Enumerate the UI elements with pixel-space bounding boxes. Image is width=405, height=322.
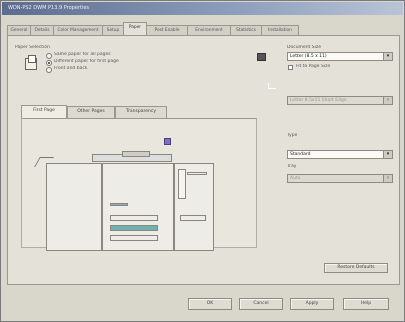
document-size-select[interactable]: Letter (8.5 x 11) ▾ — [287, 52, 393, 61]
tab-transparency[interactable]: Transparency — [115, 106, 167, 118]
tray-4[interactable] — [110, 235, 158, 241]
radio-same-paper-label: Same paper for all pages — [54, 52, 111, 57]
window-title: WDN-PS2 DWM P13.9 Properties — [8, 5, 90, 11]
radio-different-first-page[interactable] — [46, 60, 52, 66]
chevron-down-icon: ▾ — [383, 151, 392, 158]
paper-selection-label: Paper Selection — [15, 45, 50, 50]
chevron-down-icon: ▾ — [383, 175, 392, 182]
help-button[interactable]: Help — [343, 298, 389, 310]
tray-value: Auto — [290, 176, 301, 181]
tray-2[interactable] — [110, 215, 158, 221]
hcf-tray[interactable] — [180, 215, 206, 221]
type-label: Type — [287, 133, 298, 138]
selection-marker-icon — [164, 138, 171, 145]
type-select[interactable]: Standard ▾ — [287, 150, 393, 159]
ok-button[interactable]: OK — [188, 298, 232, 310]
machine-diagram-area — [21, 118, 257, 251]
feeder-slot — [178, 169, 186, 199]
radio-front-back[interactable] — [46, 67, 52, 73]
cancel-button[interactable]: Cancel — [239, 298, 283, 310]
document-size-value: Letter (8.5 x 11) — [290, 54, 327, 59]
tray-1[interactable] — [110, 203, 128, 206]
tray-select[interactable]: Auto ▾ — [287, 174, 393, 183]
title-bar: WDN-PS2 DWM P13.9 Properties — [2, 2, 403, 15]
finisher-unit — [46, 163, 102, 251]
paper-stack-icon — [25, 55, 37, 70]
tab-first-page[interactable]: First Page — [21, 105, 67, 118]
chevron-down-icon: ▾ — [383, 97, 392, 104]
output-size-value: Letter 8.5x11 Short Edge — [290, 98, 347, 103]
tray-3-selected[interactable] — [110, 225, 158, 231]
radio-different-first-page-label: Different paper for first page — [54, 59, 119, 64]
document-size-label: Document Size — [287, 45, 321, 50]
tray-label: Tray — [287, 164, 297, 169]
apply-button[interactable]: Apply — [290, 298, 334, 310]
main-tab-strip: General Details Color Management Setup P… — [7, 22, 400, 37]
type-value: Standard — [290, 152, 311, 157]
properties-dialog: WDN-PS2 DWM P13.9 Properties General Det… — [0, 0, 405, 322]
connector-line — [268, 83, 276, 89]
restore-defaults-button[interactable]: Restore Defaults — [324, 263, 388, 273]
radio-same-paper[interactable] — [46, 53, 52, 59]
page-tab-strip: First Page Other Pages Transparency — [21, 105, 211, 118]
fit-to-page-checkbox[interactable] — [288, 65, 293, 70]
fit-to-page-label: Fit to Page Size — [296, 64, 331, 69]
control-panel — [122, 151, 150, 157]
radio-front-back-label: Front and back — [54, 66, 88, 71]
feeder-slot-label — [187, 172, 207, 175]
output-size-select[interactable]: Letter 8.5x11 Short Edge ▾ — [287, 96, 393, 105]
paper-tab-panel: Paper Selection Same paper for all pages… — [7, 35, 400, 285]
printer-icon — [257, 53, 266, 61]
tab-other-pages[interactable]: Other Pages — [67, 106, 115, 118]
chevron-down-icon: ▾ — [383, 53, 392, 60]
